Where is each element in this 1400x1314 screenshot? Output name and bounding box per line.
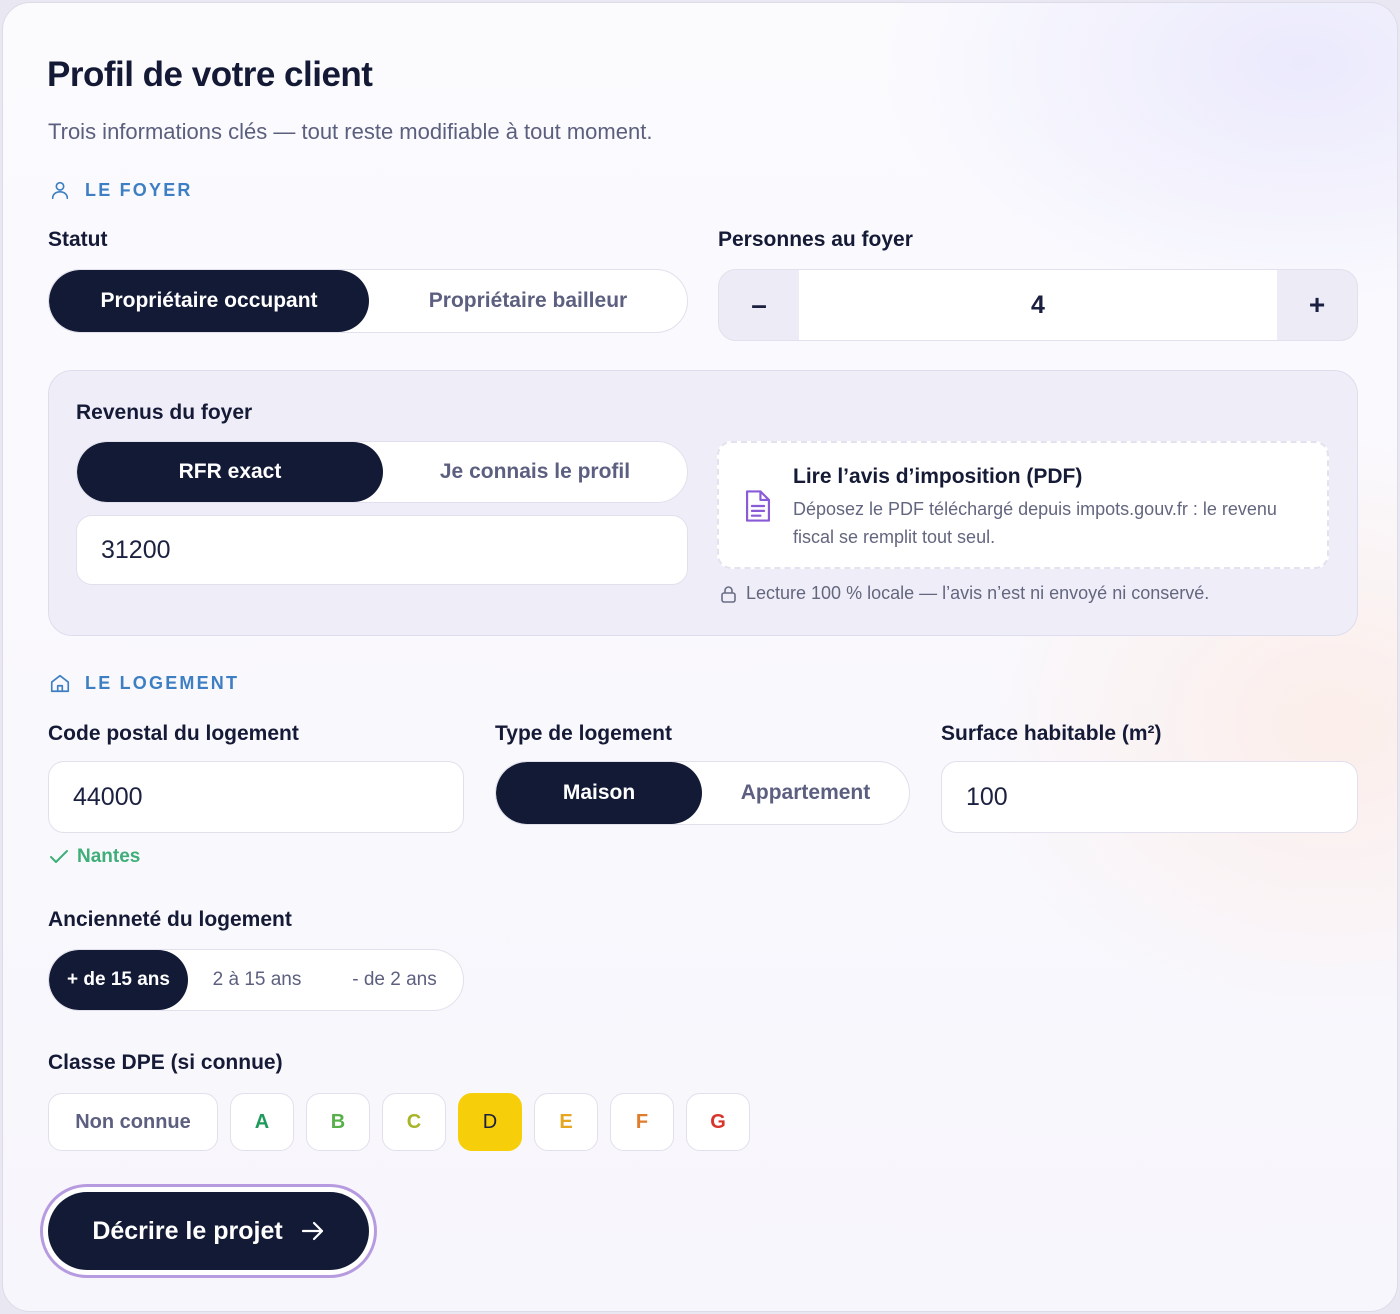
revenus-mode-toggle: RFR exact Je connais le profil: [76, 441, 688, 503]
cta-label: Décrire le projet: [92, 1216, 283, 1245]
anciennete-option-2-15[interactable]: 2 à 15 ans: [188, 950, 326, 1010]
statut-toggle: Propriétaire occupant Propriétaire baill…: [48, 269, 688, 333]
city-confirmation: Nantes: [49, 846, 140, 868]
anciennete-option-15-plus[interactable]: + de 15 ans: [49, 950, 188, 1010]
mode-option-rfr[interactable]: RFR exact: [77, 442, 383, 502]
dpe-option-a[interactable]: A: [230, 1093, 294, 1151]
pdf-title: Lire l’avis d’imposition (PDF): [793, 465, 1083, 488]
profile-card: Profil de votre client Trois information…: [2, 2, 1398, 1312]
personnes-value[interactable]: 4: [799, 270, 1277, 340]
lock-icon: [721, 585, 736, 603]
page-title: Profil de votre client: [47, 55, 373, 94]
privacy-note-text: Lecture 100 % locale — l’avis n’est ni e…: [746, 583, 1210, 603]
type-option-maison[interactable]: Maison: [496, 762, 702, 824]
arrow-right-icon: [301, 1221, 323, 1241]
personnes-label: Personnes au foyer: [718, 228, 913, 251]
code-postal-input[interactable]: 44000: [48, 761, 464, 833]
dpe-option-c[interactable]: C: [382, 1093, 446, 1151]
increment-button[interactable]: +: [1277, 270, 1357, 340]
statut-option-occupant[interactable]: Propriétaire occupant: [49, 270, 369, 332]
dpe-option-f[interactable]: F: [610, 1093, 674, 1151]
rfr-input[interactable]: 31200: [76, 515, 688, 585]
section-foyer-label: LE FOYER: [85, 179, 193, 200]
privacy-note: Lecture 100 % locale — l’avis n’est ni e…: [720, 583, 1209, 604]
pdf-upload-dropzone[interactable]: Lire l’avis d’imposition (PDF) Déposez l…: [717, 441, 1329, 569]
type-logement-label: Type de logement: [495, 722, 672, 745]
anciennete-option-2-moins[interactable]: - de 2 ans: [326, 950, 463, 1010]
anciennete-toggle: + de 15 ans 2 à 15 ans - de 2 ans: [48, 949, 464, 1011]
dpe-option-b[interactable]: B: [306, 1093, 370, 1151]
surface-input[interactable]: 100: [941, 761, 1358, 833]
statut-option-bailleur[interactable]: Propriétaire bailleur: [369, 270, 687, 332]
page-subtitle: Trois informations clés — tout reste mod…: [48, 119, 653, 144]
surface-label: Surface habitable (m²): [941, 722, 1162, 745]
dpe-option-g[interactable]: G: [686, 1093, 750, 1151]
decrement-button[interactable]: –: [719, 270, 799, 340]
type-logement-toggle: Maison Appartement: [495, 761, 910, 825]
user-icon: [51, 181, 69, 200]
section-logement-header: LE LOGEMENT: [49, 672, 239, 694]
section-foyer-header: LE FOYER: [49, 179, 193, 201]
pdf-description: Déposez le PDF téléchargé depuis impots.…: [793, 499, 1277, 547]
dpe-option-d[interactable]: D: [458, 1093, 522, 1151]
check-icon: [50, 850, 68, 863]
city-name: Nantes: [77, 846, 141, 867]
dpe-label: Classe DPE (si connue): [48, 1051, 283, 1074]
personnes-stepper: – 4 +: [718, 269, 1358, 341]
section-logement-label: LE LOGEMENT: [85, 672, 240, 693]
dpe-option-e[interactable]: E: [534, 1093, 598, 1151]
dpe-option-non-connue[interactable]: Non connue: [48, 1093, 218, 1151]
statut-label: Statut: [48, 228, 108, 251]
house-icon: [50, 674, 70, 693]
type-option-appartement[interactable]: Appartement: [702, 762, 909, 824]
anciennete-label: Ancienneté du logement: [48, 908, 292, 931]
decrire-projet-button[interactable]: Décrire le projet: [48, 1192, 369, 1270]
code-postal-label: Code postal du logement: [48, 722, 299, 745]
revenus-label: Revenus du foyer: [76, 401, 253, 424]
document-icon: [745, 490, 771, 522]
mode-option-profil[interactable]: Je connais le profil: [383, 442, 687, 502]
